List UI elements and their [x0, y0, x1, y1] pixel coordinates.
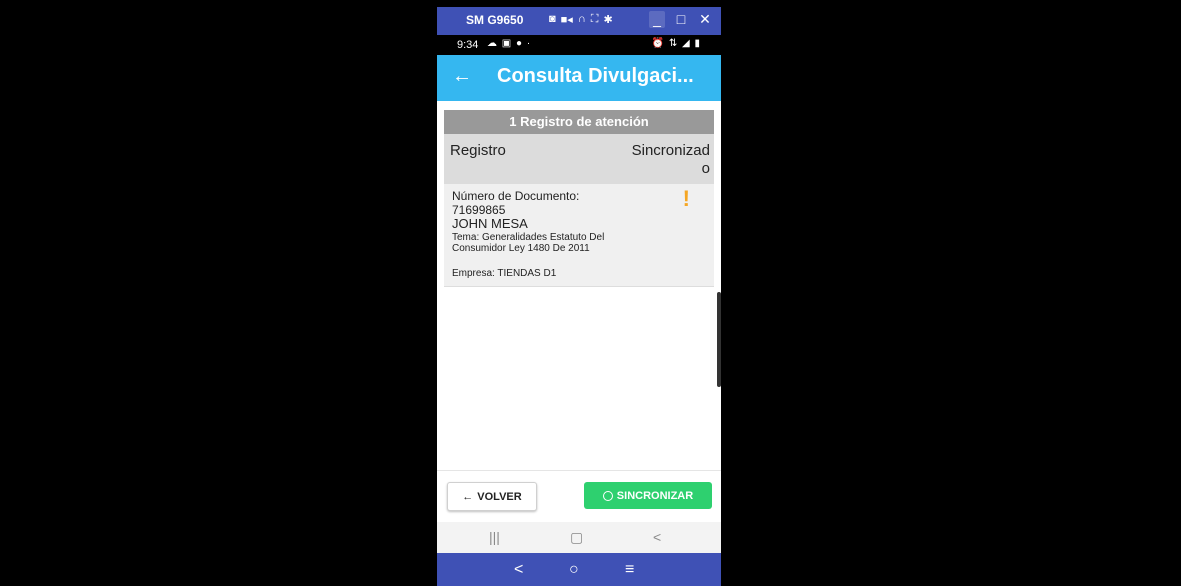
record-topic: Tema: Generalidades Estatuto Del Consumi… — [452, 232, 605, 254]
settings-icon[interactable]: ✱ — [603, 13, 612, 26]
status-time: 9:34 — [457, 39, 479, 51]
device-name: SM G9650 — [466, 13, 524, 27]
scrcpy-title-bar: SM G9650 ◙ ■◂ ∩ ⛶ ✱ _ □ ✕ — [437, 7, 721, 35]
bottom-divider — [437, 470, 721, 471]
status-system-icons: ⏰ ⇅ ◢ ▮ — [651, 38, 701, 49]
page-title: Consulta Divulgaci... — [497, 65, 694, 87]
back-arrow-icon: ← — [462, 490, 474, 503]
document-number: 71699865 — [452, 203, 506, 217]
column-sincronizado: Sincronizado — [631, 142, 710, 177]
column-registro: Registro — [450, 142, 506, 159]
maximize-icon[interactable]: □ — [673, 11, 689, 28]
record-icon[interactable]: ■◂ — [561, 13, 573, 26]
record-item[interactable]: Número de Documento: 71699865 JOHN MESA … — [444, 184, 714, 287]
person-name: JOHN MESA — [452, 216, 528, 231]
camera-icon[interactable]: ◙ — [549, 13, 556, 26]
status-bar: 9:34 ☁ ▣ ● · ⏰ ⇅ ◢ ▮ — [437, 35, 721, 55]
nav-back-icon[interactable]: < — [653, 529, 661, 545]
scrcpy-home-icon[interactable]: ○ — [569, 561, 579, 579]
close-icon[interactable]: ✕ — [697, 11, 713, 28]
volver-label: VOLVER — [477, 490, 522, 503]
unsynced-warning-icon: ! — [682, 186, 690, 211]
status-notification-icons: ☁ ▣ ● · — [487, 38, 532, 49]
records-count-header: 1 Registro de atención — [444, 110, 714, 134]
sincronizar-label: SINCRONIZAR — [616, 489, 694, 502]
scrollbar[interactable] — [717, 292, 721, 387]
column-headers: Registro Sincronizado — [444, 134, 714, 184]
window-controls: _ □ ✕ — [649, 11, 713, 28]
back-arrow-icon[interactable]: ← — [452, 65, 472, 88]
record-company: Empresa: TIENDAS D1 — [452, 268, 557, 279]
volver-button[interactable]: ← VOLVER — [447, 482, 537, 511]
sync-icon — [602, 490, 613, 501]
headset-icon[interactable]: ∩ — [578, 13, 586, 26]
scrcpy-back-icon[interactable]: < — [514, 561, 523, 579]
android-nav-bar: ||| ▢ < — [437, 522, 721, 553]
phone-screen: SM G9650 ◙ ■◂ ∩ ⛶ ✱ _ □ ✕ 9:34 ☁ ▣ ● · ⏰… — [437, 7, 721, 586]
app-bar: ← Consulta Divulgaci... — [437, 55, 721, 101]
scrcpy-nav-bar: < ○ ≡ — [437, 553, 721, 586]
document-label: Número de Documento: — [452, 189, 580, 203]
home-icon[interactable]: ▢ — [570, 529, 583, 546]
records-card: 1 Registro de atención Registro Sincroni… — [444, 110, 714, 287]
minimize-icon[interactable]: _ — [649, 11, 665, 28]
toolbar-icons: ◙ ■◂ ∩ ⛶ ✱ — [549, 13, 613, 26]
scrcpy-menu-icon[interactable]: ≡ — [625, 561, 634, 579]
fullscreen-icon[interactable]: ⛶ — [591, 13, 599, 26]
sincronizar-button[interactable]: SINCRONIZAR — [584, 482, 712, 509]
recents-icon[interactable]: ||| — [489, 529, 500, 545]
